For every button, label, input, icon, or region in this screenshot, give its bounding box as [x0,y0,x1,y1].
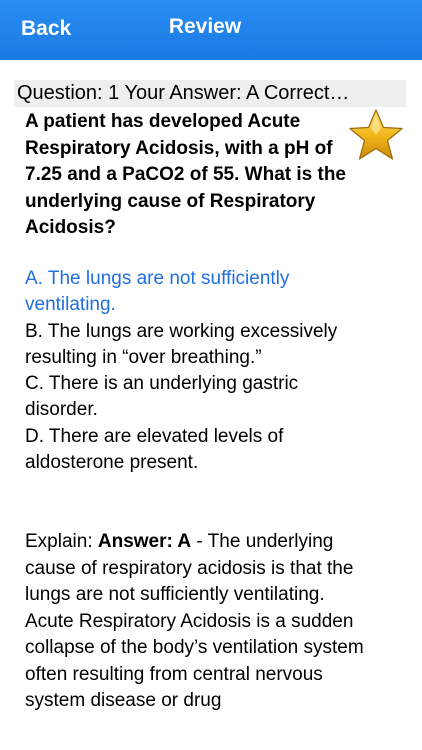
answer-option-d: D. There are elevated levels of aldoster… [25,425,284,474]
answer-option-b: B. The lungs are working excessively res… [25,320,338,368]
question-header: Question: 1 Your Answer: A Correct… [14,80,406,107]
navigation-bar: Back Review [0,0,422,60]
page-title: Review [168,15,242,38]
answer-option-c: C. There is an underlying gastric disord… [25,373,299,421]
answer-option-a: A. The lungs are not sufficiently ventil… [25,268,290,316]
explain-body: - The underlying cause of respiratory ac… [25,531,364,711]
explanation-text: Explain: Answer: A - The underlying caus… [25,529,365,715]
explain-answer-label: Answer: A [97,531,192,552]
explain-prefix: Explain: [25,531,98,552]
answer-options: A. The lungs are not sufficiently ventil… [25,266,365,476]
gold-star-icon[interactable] [347,107,405,165]
review-content[interactable]: Question: 1 Your Answer: A Correct… A pa… [0,60,422,720]
bottom-bar [0,720,422,750]
review-screen: Back Review Question: 1 Your Answer: A C… [0,0,422,750]
question-text: A patient has developed Acute Respirator… [25,111,346,238]
